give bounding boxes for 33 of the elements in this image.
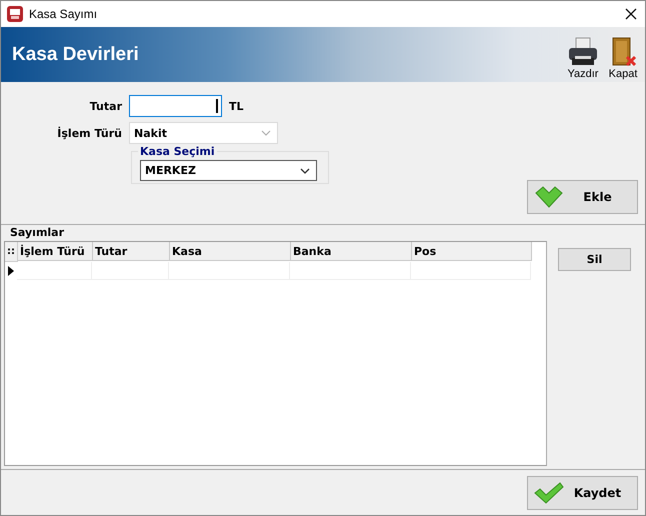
- grid-corner: ::: [5, 242, 18, 262]
- delete-button[interactable]: Sil: [558, 248, 631, 271]
- app-icon: [7, 6, 23, 22]
- chevron-down-icon: [261, 130, 271, 136]
- column-header[interactable]: İşlem Türü: [18, 242, 93, 261]
- table-cell[interactable]: [411, 262, 531, 280]
- add-button[interactable]: Ekle: [527, 180, 638, 214]
- toolbar-button[interactable]: Yazdır: [565, 27, 601, 82]
- group-title: Kasa Seçimi: [138, 145, 217, 158]
- column-header[interactable]: Tutar: [93, 242, 170, 261]
- column-header[interactable]: Banka: [291, 242, 412, 261]
- printer-icon: [567, 37, 599, 67]
- toolbar-button[interactable]: Kapat: [605, 27, 641, 82]
- page-title: Kasa Devirleri: [12, 44, 139, 66]
- type-dropdown[interactable]: Nakit: [129, 122, 278, 144]
- cash-box-dropdown[interactable]: MERKEZ: [140, 160, 317, 181]
- table-cell[interactable]: [290, 262, 411, 280]
- window-title: Kasa Sayımı: [29, 7, 98, 21]
- group-title: Sayımlar: [10, 227, 66, 239]
- column-header[interactable]: Kasa: [170, 242, 291, 261]
- table-cell[interactable]: [169, 262, 290, 280]
- checkmark-icon: [534, 482, 564, 504]
- chevron-down-icon: [534, 186, 564, 208]
- table-cell[interactable]: [92, 262, 169, 280]
- unit-label: TL: [229, 100, 244, 112]
- save-button[interactable]: Kaydet: [527, 476, 638, 510]
- chevron-down-icon: [300, 168, 310, 174]
- field-label: İşlem Türü: [56, 126, 122, 140]
- column-header[interactable]: Pos: [412, 242, 532, 261]
- field-label: Tutar: [88, 100, 122, 112]
- amount-field[interactable]: [129, 95, 222, 117]
- close-icon[interactable]: [625, 8, 637, 20]
- table-cell[interactable]: [17, 262, 92, 280]
